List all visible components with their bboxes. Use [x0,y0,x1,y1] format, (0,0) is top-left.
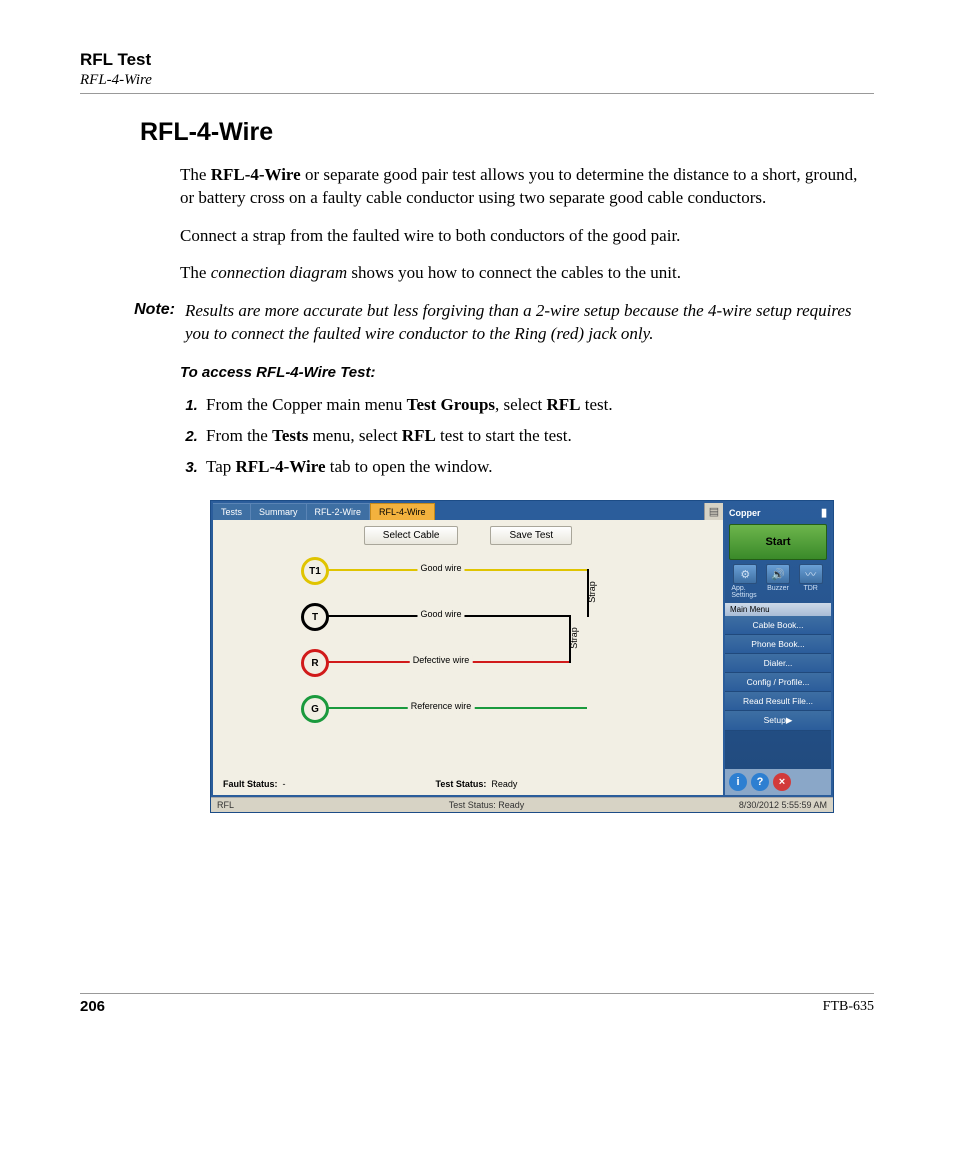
step-2: From the Tests menu, select RFL test to … [202,422,874,449]
chevron-right-icon: ▶ [786,715,793,725]
info-icon[interactable]: i [729,773,747,791]
wire-label-t: Good wire [417,609,464,619]
tool-app-settings[interactable]: ⚙App. Settings [731,564,759,599]
port-g: G [301,695,329,723]
steps-list: From the Copper main menu Test Groups, s… [180,391,874,481]
fault-status-value: - [283,779,286,789]
tab-summary[interactable]: Summary [251,503,307,520]
test-status-value: Ready [491,779,517,789]
sidebar-title: Copper [729,508,761,518]
paragraph-1: The RFL-4-Wire or separate good pair tes… [180,163,874,210]
statusbar-left: RFL [217,800,234,810]
note-body: Results are more accurate but less forgi… [185,299,874,346]
app-sidebar: Copper ▮ Start ⚙App. Settings 🔊Buzzer 〰T… [725,503,831,795]
app-status-bar: RFL Test Status: Ready 8/30/2012 5:55:59… [211,797,833,812]
page-footer: 206 FTB-635 [80,993,874,1015]
sidebar-menu-header: Main Menu [725,603,831,616]
strap-1-label: Strap [587,582,597,604]
sidebar-item-config-profile[interactable]: Config / Profile... [725,673,831,692]
connection-diagram: T1 Good wire T Good wire R Defective wir… [221,557,715,775]
test-status-label: Test Status: [436,779,487,789]
wire-label-t1: Good wire [417,563,464,573]
port-t: T [301,603,329,631]
step-3: Tap RFL-4-Wire tab to open the window. [202,453,874,480]
sidebar-footer-icons: i ? × [725,769,831,795]
statusbar-center: Test Status: Ready [449,800,525,810]
note-label: Note: [100,299,185,346]
wire-label-g: Reference wire [408,701,475,711]
sidebar-item-cable-book[interactable]: Cable Book... [725,616,831,635]
paragraph-2: Connect a strap from the faulted wire to… [180,224,874,247]
main-heading: RFL-4-Wire [140,118,874,147]
model-number: FTB-635 [823,999,874,1015]
sidebar-item-dialer[interactable]: Dialer... [725,654,831,673]
tool-buzzer[interactable]: 🔊Buzzer [764,564,792,599]
paragraph-3: The connection diagram shows you how to … [180,261,874,284]
status-row: Fault Status: - Test Status: Ready [221,775,715,795]
app-main-panel: Tests Summary RFL-2-Wire RFL-4-Wire ▤ Se… [213,503,723,795]
page-number: 206 [80,998,105,1015]
port-t1: T1 [301,557,329,585]
step-1: From the Copper main menu Test Groups, s… [202,391,874,418]
start-button[interactable]: Start [729,524,827,560]
sidebar-item-setup[interactable]: Setup▶ [725,711,831,731]
battery-icon: ▮ [821,506,827,519]
tab-bar: Tests Summary RFL-2-Wire RFL-4-Wire ▤ [213,503,723,520]
wire-label-r: Defective wire [410,655,473,665]
tab-rfl-4-wire[interactable]: RFL-4-Wire [370,503,435,520]
help-icon[interactable]: ? [751,773,769,791]
strap-2-label: Strap [569,628,579,650]
sidebar-item-phone-book[interactable]: Phone Book... [725,635,831,654]
tool-tdr[interactable]: 〰TDR [797,564,825,599]
page-header: RFL Test RFL-4-Wire [80,50,874,94]
app-screenshot: Tests Summary RFL-2-Wire RFL-4-Wire ▤ Se… [210,500,834,813]
layout-toggle-icon[interactable]: ▤ [704,503,723,520]
wave-icon: 〰 [799,564,823,584]
tool-row: ⚙App. Settings 🔊Buzzer 〰TDR [725,564,831,601]
header-title: RFL Test [80,50,874,70]
statusbar-right: 8/30/2012 5:55:59 AM [739,800,827,810]
save-test-button[interactable]: Save Test [490,526,572,545]
note-block: Note: Results are more accurate but less… [100,299,874,346]
close-icon[interactable]: × [773,773,791,791]
select-cable-button[interactable]: Select Cable [364,526,459,545]
fault-status-label: Fault Status: [223,779,278,789]
tab-rfl-2-wire[interactable]: RFL-2-Wire [307,503,371,520]
speaker-icon: 🔊 [766,564,790,584]
header-subtitle: RFL-4-Wire [80,72,874,89]
sidebar-item-read-result[interactable]: Read Result File... [725,692,831,711]
port-r: R [301,649,329,677]
gear-icon: ⚙ [733,564,757,584]
tab-tests[interactable]: Tests [213,503,251,520]
access-heading: To access RFL-4-Wire Test: [180,364,874,381]
